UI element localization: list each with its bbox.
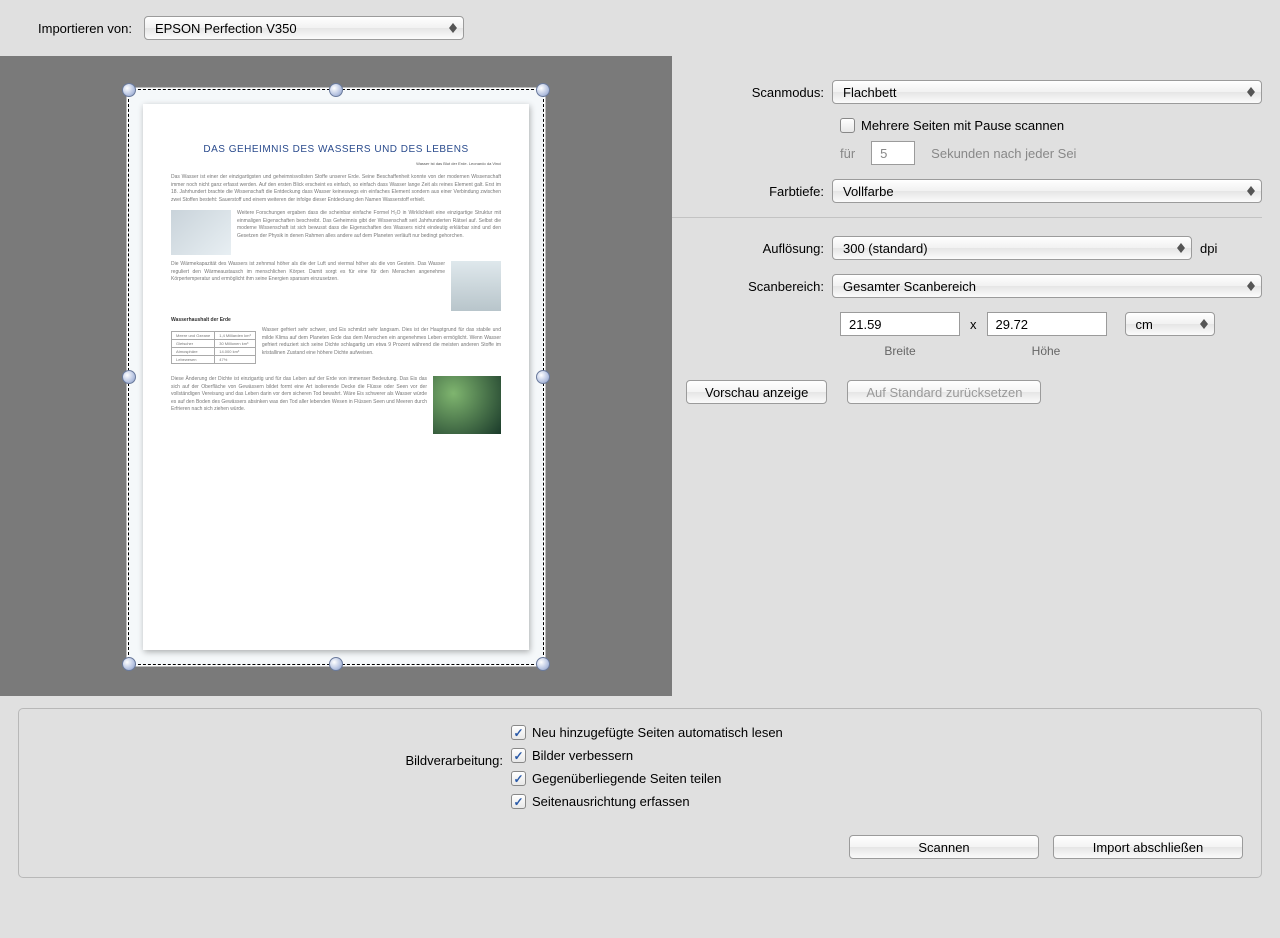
- crop-handle-middle-left[interactable]: [122, 370, 136, 384]
- crop-handle-top-middle[interactable]: [329, 83, 343, 97]
- doc-title: DAS GEHEIMNIS DES WASSERS UND DES LEBENS: [171, 144, 501, 155]
- reset-button-label: Auf Standard zurücksetzen: [866, 385, 1022, 400]
- chevron-updown-icon: [1244, 183, 1258, 199]
- scan-button-label: Scannen: [918, 840, 969, 855]
- multipage-label: Mehrere Seiten mit Pause scannen: [861, 118, 1064, 133]
- finish-import-button[interactable]: Import abschließen: [1053, 835, 1243, 859]
- chevron-updown-icon: [1244, 84, 1258, 100]
- import-from-label: Importieren von:: [38, 21, 132, 36]
- opt-auto-read-checkbox[interactable]: [511, 725, 526, 740]
- opt-split[interactable]: Gegenüberliegende Seiten teilen: [511, 771, 1243, 786]
- opt-auto-read[interactable]: Neu hinzugefügte Seiten automatisch lese…: [511, 725, 1243, 740]
- scanmode-select[interactable]: Flachbett: [832, 80, 1262, 104]
- crop-handle-top-left[interactable]: [122, 83, 136, 97]
- image-processing-box: Bildverarbeitung: Neu hinzugefügte Seite…: [18, 708, 1262, 878]
- preview-button-label: Vorschau anzeige: [705, 385, 808, 400]
- resolution-value: 300 (standard): [843, 241, 928, 256]
- opt-orientation-checkbox[interactable]: [511, 794, 526, 809]
- opt-orientation-label: Seitenausrichtung erfassen: [532, 794, 690, 809]
- resolution-unit: dpi: [1200, 241, 1217, 256]
- scanarea-select[interactable]: Gesamter Scanbereich: [832, 274, 1262, 298]
- opt-enhance-label: Bilder verbessern: [532, 748, 633, 763]
- width-input[interactable]: [840, 312, 960, 336]
- crop-handle-bottom-left[interactable]: [122, 657, 136, 671]
- crop-handle-bottom-middle[interactable]: [329, 657, 343, 671]
- reset-button[interactable]: Auf Standard zurücksetzen: [847, 380, 1041, 404]
- pause-seconds-input[interactable]: [871, 141, 915, 165]
- preview-pane: DAS GEHEIMNIS DES WASSERS UND DES LEBENS…: [0, 56, 672, 696]
- opt-split-label: Gegenüberliegende Seiten teilen: [532, 771, 721, 786]
- processing-label: Bildverarbeitung:: [37, 725, 511, 817]
- unit-value: cm: [1136, 317, 1153, 332]
- multipage-checkbox-row[interactable]: Mehrere Seiten mit Pause scannen: [840, 118, 1064, 133]
- height-caption: Höhe: [986, 344, 1106, 358]
- opt-enhance[interactable]: Bilder verbessern: [511, 748, 1243, 763]
- doc-section-heading: Wasserhaushalt der Erde: [171, 317, 501, 323]
- chevron-updown-icon: [1244, 278, 1258, 294]
- scan-button[interactable]: Scannen: [849, 835, 1039, 859]
- opt-orientation[interactable]: Seitenausrichtung erfassen: [511, 794, 1243, 809]
- chevron-updown-icon: [1197, 316, 1211, 332]
- multipage-checkbox[interactable]: [840, 118, 855, 133]
- chevron-updown-icon: [446, 20, 460, 36]
- unit-select[interactable]: cm: [1125, 312, 1215, 336]
- height-input[interactable]: [987, 312, 1107, 336]
- colordepth-value: Vollfarbe: [843, 184, 894, 199]
- chevron-updown-icon: [1174, 240, 1188, 256]
- opt-split-checkbox[interactable]: [511, 771, 526, 786]
- crop-handle-top-right[interactable]: [536, 83, 550, 97]
- document-preview: DAS GEHEIMNIS DES WASSERS UND DES LEBENS…: [143, 104, 529, 650]
- scanner-select[interactable]: EPSON Perfection V350: [144, 16, 464, 40]
- opt-auto-read-label: Neu hinzugefügte Seiten automatisch lese…: [532, 725, 783, 740]
- crop-handle-middle-right[interactable]: [536, 370, 550, 384]
- doc-table: Meere und Ozeane1,4 Milliarden km³ Glets…: [171, 331, 256, 364]
- opt-enhance-checkbox[interactable]: [511, 748, 526, 763]
- resolution-label: Auflösung:: [672, 241, 832, 256]
- width-caption: Breite: [840, 344, 960, 358]
- colordepth-select[interactable]: Vollfarbe: [832, 179, 1262, 203]
- scanner-select-value: EPSON Perfection V350: [155, 21, 297, 36]
- colordepth-label: Farbtiefe:: [672, 184, 832, 199]
- scanmode-label: Scanmodus:: [672, 85, 832, 100]
- finish-import-button-label: Import abschließen: [1093, 840, 1204, 855]
- resolution-select[interactable]: 300 (standard): [832, 236, 1192, 260]
- doc-subtitle: Wasser ist das Blut der Erde. Leonardo d…: [171, 161, 501, 166]
- pause-suffix: Sekunden nach jeder Sei: [931, 146, 1076, 161]
- crop-handle-bottom-right[interactable]: [536, 657, 550, 671]
- dimension-separator: x: [970, 317, 977, 332]
- scanarea-value: Gesamter Scanbereich: [843, 279, 976, 294]
- pause-prefix: für: [840, 146, 855, 161]
- scanarea-label: Scanbereich:: [672, 279, 832, 294]
- preview-button[interactable]: Vorschau anzeige: [686, 380, 827, 404]
- crop-rectangle[interactable]: DAS GEHEIMNIS DES WASSERS UND DES LEBENS…: [128, 89, 544, 665]
- scanmode-value: Flachbett: [843, 85, 896, 100]
